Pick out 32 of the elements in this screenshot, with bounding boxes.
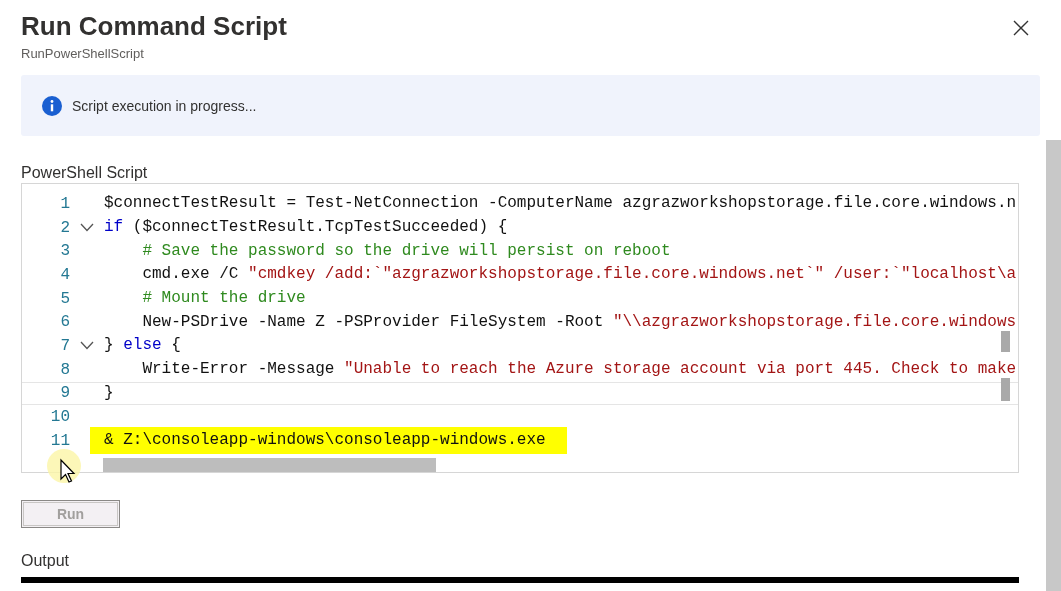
- line-number: 3: [59, 242, 70, 261]
- code-line: }: [104, 382, 114, 404]
- horizontal-scrollbar[interactable]: [103, 458, 436, 472]
- line-number: 6: [59, 313, 70, 332]
- code-editor[interactable]: [21, 183, 1019, 473]
- panel-title: Run Command Script: [21, 10, 287, 43]
- close-icon[interactable]: [1013, 20, 1029, 36]
- line-number: 10: [49, 408, 70, 427]
- line-number: 1: [59, 194, 70, 213]
- line-number: 5: [59, 289, 70, 308]
- line-number: 11: [49, 431, 70, 450]
- line-number: 7: [59, 336, 70, 355]
- chevron-icon[interactable]: [80, 223, 94, 233]
- code-line: # Save the password so the drive will persist on reboot: [141, 240, 671, 262]
- code-line: if ($connectTestResult.TcpTestSucceeded) {: [104, 217, 508, 239]
- line-number: 4: [59, 265, 70, 284]
- line-number: 9: [59, 384, 70, 403]
- script-label: PowerShell Script: [21, 164, 149, 183]
- code-line: cmd.exe /C "cmdkey /add:`"azgrazworkshopstorage.file.core.windows.net`" /user:`"localhost\a: [141, 264, 1017, 286]
- info-message: Script execution in progress...: [72, 97, 257, 114]
- code-line: Write-Error -Message "Unable to reach the Azure storage account via port 445. Check to make: [141, 359, 1017, 381]
- code-line: # Mount the drive: [141, 288, 306, 310]
- output-label: Output: [21, 552, 71, 571]
- line-number: 8: [59, 360, 70, 379]
- page-scrollbar[interactable]: [1046, 140, 1061, 591]
- code-line: $connectTestResult = Test-NetConnection -ComputerName azgrazworkshopstorage.file.core.windows.n: [104, 193, 1017, 215]
- line-number: 2: [59, 218, 70, 237]
- info-icon: [42, 95, 62, 116]
- code-line: } else {: [104, 335, 181, 357]
- code-line: New-PSDrive -Name Z -PSProvider FileSystem -Root "\\azgrazworkshopstorage.file.core.windows: [141, 311, 1017, 333]
- chevron-icon[interactable]: [80, 341, 94, 351]
- panel-subtitle: RunPowerShellScript: [21, 46, 145, 61]
